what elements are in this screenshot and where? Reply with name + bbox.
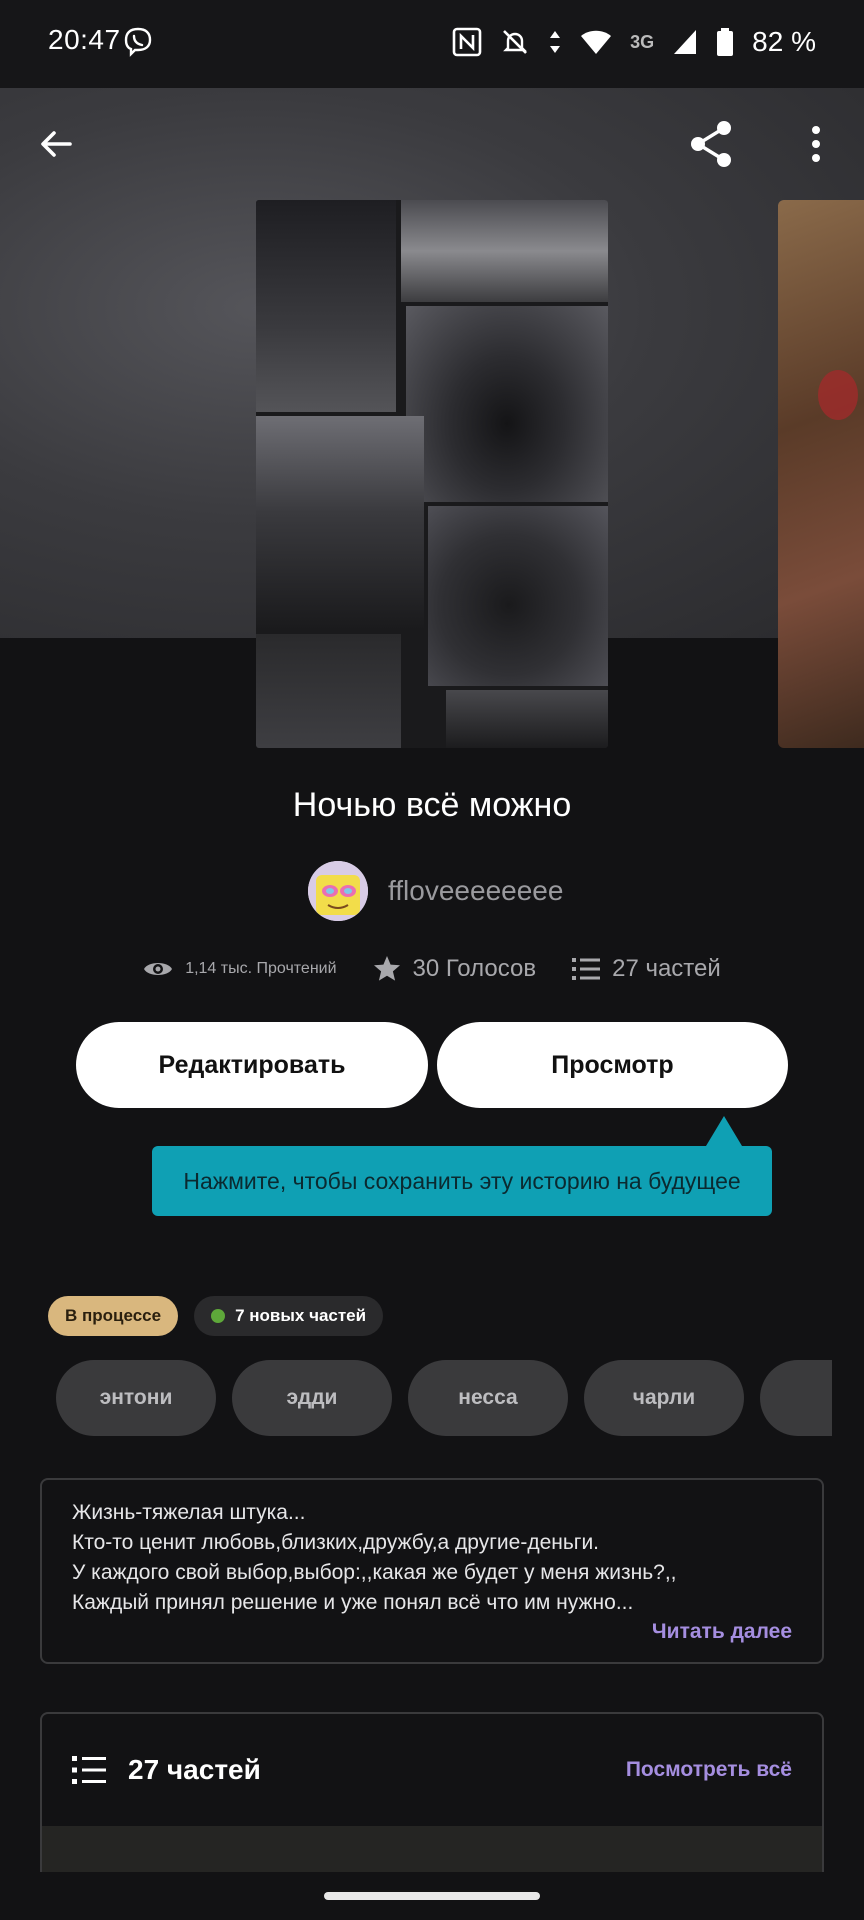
more-options-button[interactable]	[786, 114, 846, 174]
tag-chip[interactable]: несса	[408, 1360, 568, 1436]
list-icon	[72, 1756, 106, 1784]
story-stats: 1,14 тыс. Прочтений 30 Голосов 27 частей	[0, 955, 864, 983]
description-line: Кто-то ценит любовь,близких,дружбу,а дру…	[72, 1531, 600, 1554]
tooltip-arrow	[706, 1116, 742, 1146]
cover-tile	[256, 634, 401, 748]
nfc-icon	[452, 27, 482, 57]
tag-chip[interactable]: а	[760, 1360, 832, 1436]
tag-chip[interactable]: энтони	[56, 1360, 216, 1436]
save-tooltip[interactable]: Нажмите, чтобы сохранить эту историю на …	[152, 1146, 772, 1216]
tag-chip[interactable]: эдди	[232, 1360, 392, 1436]
network-type: 3G	[630, 31, 655, 52]
mute-bell-icon	[503, 30, 528, 54]
viber-icon	[124, 27, 152, 57]
new-indicator-dot	[211, 1309, 226, 1323]
tag-chip[interactable]: чарли	[584, 1360, 744, 1436]
description-card: Жизнь-тяжелая штука... Кто-то ценит любо…	[40, 1478, 824, 1664]
description-line: Каждый принял решение и уже понял всё чт…	[72, 1591, 634, 1614]
battery-icon	[717, 28, 734, 56]
tags-row[interactable]: энтони эдди несса чарли а	[56, 1360, 832, 1436]
status-badge: В процессе	[48, 1296, 179, 1336]
votes-count: 30 Голосов	[412, 955, 537, 982]
status-badges: В процессе 7 новых частей	[48, 1296, 384, 1336]
cover-tile	[256, 200, 396, 412]
status-time: 20:47	[48, 24, 121, 55]
story-cover[interactable]	[256, 200, 608, 748]
wifi-icon	[581, 30, 612, 54]
reads-stat: 1,14 тыс. Прочтений	[143, 958, 337, 980]
eye-icon	[144, 963, 173, 975]
parts-stat: 27 частей	[572, 955, 721, 983]
description-line: У каждого свой выбор,выбор:,,какая же бу…	[72, 1561, 677, 1584]
parts-count: 27 частей	[612, 955, 721, 982]
cover-tile	[406, 306, 608, 502]
back-button[interactable]	[26, 114, 86, 174]
star-icon	[373, 956, 400, 981]
avatar-image	[308, 861, 368, 921]
more-vert-icon	[812, 126, 820, 162]
read-more-link[interactable]: Читать далее	[652, 1620, 792, 1644]
share-icon	[691, 121, 731, 167]
edit-button[interactable]: Редактировать	[76, 1022, 428, 1108]
new-parts-label: 7 новых частей	[235, 1306, 367, 1325]
cover-tile	[401, 200, 608, 302]
reads-count: 1,14 тыс. Прочтений	[185, 960, 337, 977]
back-arrow-icon	[41, 131, 72, 157]
share-button[interactable]	[682, 114, 742, 174]
cover-tile	[428, 506, 608, 686]
description-line: Жизнь-тяжелая штука...	[72, 1501, 306, 1524]
author-name: ffloveeeeeeee	[388, 875, 564, 906]
parts-header: 27 частей Посмотреть всё	[42, 1714, 822, 1826]
status-bar: 20:47 3G 82 %	[0, 0, 864, 88]
parts-title: 27 частей	[128, 1754, 261, 1785]
author-link[interactable]: ffloveeeeeeee	[308, 860, 563, 922]
votes-stat: 30 Голосов	[373, 955, 537, 983]
system-nav-bar	[0, 1872, 864, 1920]
data-arrows-icon	[550, 31, 561, 53]
cover-tile	[256, 416, 424, 630]
view-button[interactable]: Просмотр	[437, 1022, 788, 1108]
see-all-link[interactable]: Посмотреть всё	[626, 1758, 792, 1782]
avatar	[308, 861, 368, 921]
battery-percent: 82 %	[752, 26, 816, 57]
signal-icon	[674, 30, 697, 54]
next-story-cover[interactable]	[778, 200, 864, 748]
list-icon	[572, 958, 601, 980]
new-parts-badge: 7 новых частей	[194, 1296, 384, 1336]
gesture-handle[interactable]	[324, 1892, 540, 1900]
cover-tile	[446, 690, 608, 748]
story-title: Ночью всё можно	[292, 786, 572, 824]
